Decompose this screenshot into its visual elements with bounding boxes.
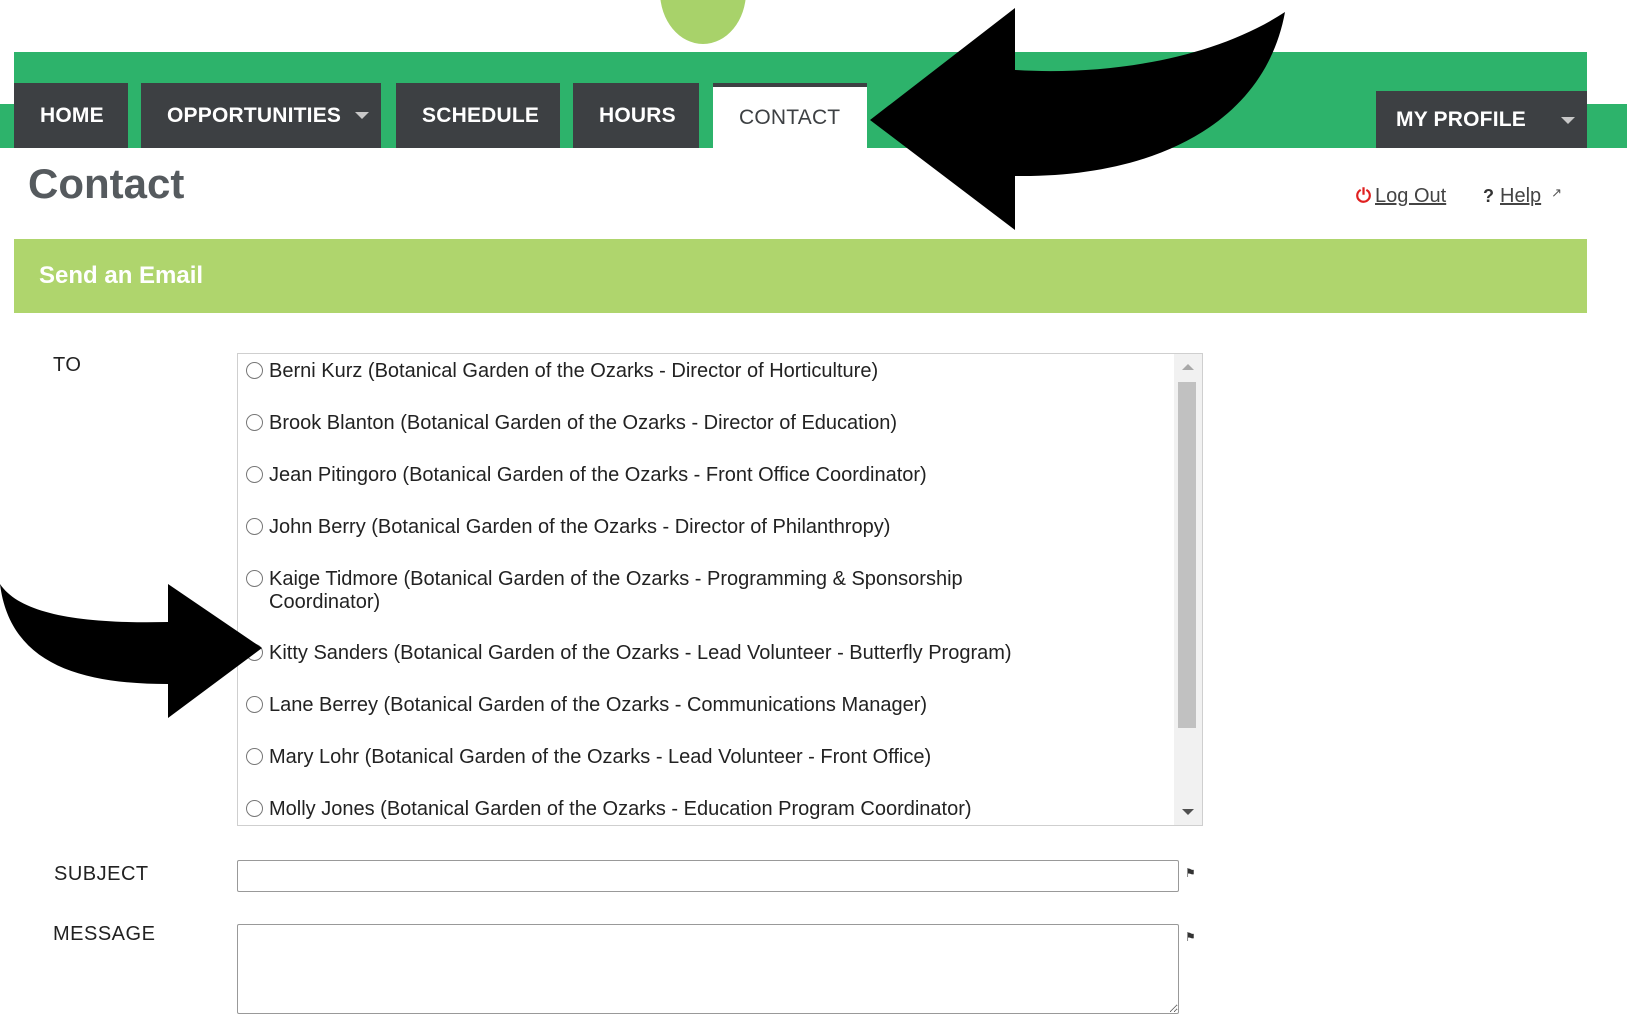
radio-button[interactable] (246, 800, 263, 817)
radio-button[interactable] (246, 362, 263, 379)
radio-button[interactable] (246, 466, 263, 483)
scrollbar[interactable] (1174, 354, 1202, 825)
tab-schedule[interactable]: SCHEDULE (396, 83, 560, 148)
my-profile-label: MY PROFILE (1396, 107, 1526, 131)
scroll-up-icon[interactable] (1182, 364, 1194, 370)
tab-home-label: HOME (40, 103, 104, 127)
band-edge-left (0, 52, 14, 104)
tab-contact[interactable]: CONTACT (713, 83, 867, 148)
external-link-icon: ↗ (1551, 184, 1563, 200)
recipient-label: Brook Blanton (Botanical Garden of the O… (269, 412, 898, 434)
help-icon: ? (1483, 186, 1494, 206)
recipient-label: Kaige Tidmore (Botanical Garden of the O… (269, 568, 963, 613)
recipient-option[interactable]: Kaige Tidmore (Botanical Garden of the O… (246, 568, 1022, 614)
tab-opportunities[interactable]: OPPORTUNITIES (141, 83, 381, 148)
recipient-option[interactable]: Berni Kurz (Botanical Garden of the Ozar… (246, 360, 1170, 383)
recipient-label: Jean Pitingoro (Botanical Garden of the … (269, 464, 927, 486)
my-profile-menu[interactable]: MY PROFILE (1376, 91, 1587, 148)
tab-opportunities-label: OPPORTUNITIES (167, 103, 342, 127)
recipient-label: Mary Lohr (Botanical Garden of the Ozark… (269, 746, 932, 768)
flag-icon: ⚑ (1185, 866, 1196, 880)
tab-hours-label: HOURS (599, 103, 676, 127)
logout-link-group[interactable]: ⏻ Log Out (1356, 185, 1446, 208)
recipient-option[interactable]: Mary Lohr (Botanical Garden of the Ozark… (246, 746, 1170, 769)
recipient-label: Lane Berrey (Botanical Garden of the Oza… (269, 694, 928, 716)
recipient-option[interactable]: Brook Blanton (Botanical Garden of the O… (246, 412, 1170, 435)
recipient-option[interactable]: Kitty Sanders (Botanical Garden of the O… (246, 642, 1170, 665)
subject-label: SUBJECT (54, 863, 149, 885)
recipient-option[interactable]: Molly Jones (Botanical Garden of the Oza… (246, 798, 1170, 821)
scroll-down-icon[interactable] (1182, 809, 1194, 815)
radio-button[interactable] (246, 518, 263, 535)
recipient-list[interactable]: Berni Kurz (Botanical Garden of the Ozar… (237, 353, 1203, 826)
scroll-thumb[interactable] (1178, 382, 1196, 728)
band-edge-right (1587, 52, 1627, 104)
help-link-group[interactable]: ? Help ↗ (1483, 185, 1562, 208)
radio-button[interactable] (246, 748, 263, 765)
message-label: MESSAGE (53, 923, 156, 945)
help-link[interactable]: Help (1500, 185, 1541, 208)
power-icon: ⏻ (1356, 185, 1372, 207)
top-header (0, 0, 1627, 52)
annotation-arrow-contact-icon (870, 8, 1285, 230)
message-textarea[interactable] (237, 924, 1179, 1014)
page-title: Contact (28, 160, 185, 207)
chevron-down-icon (355, 112, 369, 119)
recipient-option[interactable]: Jean Pitingoro (Botanical Garden of the … (246, 464, 1170, 487)
tab-schedule-label: SCHEDULE (422, 103, 540, 127)
flag-icon: ⚑ (1185, 930, 1196, 944)
recipient-option[interactable]: Lane Berrey (Botanical Garden of the Oza… (246, 694, 1170, 717)
to-label: TO (53, 354, 82, 376)
tab-hours[interactable]: HOURS (573, 83, 699, 148)
section-header: Send an Email (14, 239, 1587, 313)
radio-button[interactable] (246, 414, 263, 431)
recipient-label: Berni Kurz (Botanical Garden of the Ozar… (269, 360, 879, 382)
recipient-label: John Berry (Botanical Garden of the Ozar… (269, 516, 891, 538)
chevron-down-icon (1561, 117, 1575, 124)
annotation-arrow-recipient-icon (0, 584, 262, 718)
recipient-label: Kitty Sanders (Botanical Garden of the O… (269, 642, 1012, 664)
recipient-label: Molly Jones (Botanical Garden of the Oza… (269, 798, 972, 820)
section-title: Send an Email (39, 262, 204, 289)
logout-link[interactable]: Log Out (1375, 185, 1446, 208)
subject-input[interactable] (237, 860, 1179, 892)
recipient-option[interactable]: John Berry (Botanical Garden of the Ozar… (246, 516, 1170, 539)
tab-contact-label: CONTACT (739, 105, 841, 129)
tab-home[interactable]: HOME (14, 83, 128, 148)
